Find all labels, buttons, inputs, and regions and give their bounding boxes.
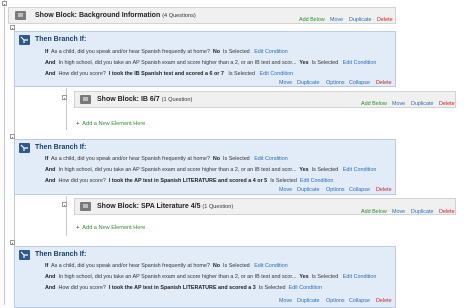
condition-row: If As a child, did you speak and/or hear… <box>45 263 288 269</box>
duplicate-button[interactable]: Duplicate <box>349 17 371 23</box>
edit-condition-link[interactable]: Edit Condition <box>343 167 377 173</box>
move-button[interactable]: Move <box>392 101 405 107</box>
add-below-button[interactable]: Add Below <box>361 101 387 107</box>
tree-line <box>4 0 5 305</box>
branch-icon <box>19 250 30 260</box>
plus-icon: + <box>76 121 80 127</box>
branch-icon <box>19 143 30 153</box>
block-spa-literature-4-5: Show Block: SPA Literature 4/5 (1 Questi… <box>74 198 456 215</box>
condition-row: And How did you score? I took the AP tes… <box>45 285 323 291</box>
collapse-toggle[interactable] <box>10 25 15 30</box>
add-below-button[interactable]: Add Below <box>361 209 387 215</box>
branch-condition-1: Then Branch If: If As a child, did you s… <box>14 31 396 87</box>
condition-row: And In high school, did you take an AP S… <box>45 274 377 280</box>
collapse-toggle[interactable] <box>10 240 15 245</box>
add-element-link[interactable]: + Add a New Element Here <box>76 121 145 127</box>
delete-button[interactable]: Delete <box>377 17 393 23</box>
options-button[interactable]: Options <box>326 187 345 193</box>
collapse-button[interactable]: Collapse <box>349 298 370 304</box>
edit-condition-link[interactable]: Edit Condition <box>300 178 334 184</box>
block-icon <box>15 11 26 20</box>
block-title: Show Block: SPA Literature 4/5 (1 Questi… <box>97 203 234 210</box>
edit-condition-link[interactable]: Edit Condition <box>288 285 322 291</box>
block-icon <box>80 202 91 211</box>
move-button[interactable]: Move <box>279 187 292 193</box>
collapse-toggle[interactable] <box>62 95 67 100</box>
move-button[interactable]: Move <box>392 209 405 215</box>
add-below-button[interactable]: Add Below <box>299 17 325 23</box>
condition-row: If As a child, did you speak and/or hear… <box>45 156 288 162</box>
branch-condition-3: Then Branch If: If As a child, did you s… <box>14 246 396 308</box>
edit-condition-link[interactable]: Edit Condition <box>260 71 294 77</box>
duplicate-button[interactable]: Duplicate <box>297 80 319 86</box>
options-button[interactable]: Options <box>326 80 345 86</box>
duplicate-button[interactable]: Duplicate <box>411 209 433 215</box>
move-button[interactable]: Move <box>279 298 292 304</box>
block-background-information: Show Block: Background Information (4 Qu… <box>8 7 396 24</box>
branch-condition-2: Then Branch If: If As a child, did you s… <box>14 139 396 195</box>
edit-condition-link[interactable]: Edit Condition <box>254 49 288 55</box>
branch-title: Then Branch If: <box>35 144 87 151</box>
branch-title: Then Branch If: <box>35 36 87 43</box>
collapse-toggle[interactable] <box>2 1 7 6</box>
block-icon <box>80 95 91 104</box>
edit-condition-link[interactable]: Edit Condition <box>254 263 288 269</box>
delete-button[interactable]: Delete <box>376 80 392 86</box>
condition-row: And How did you score? I took the IB Spa… <box>45 71 294 77</box>
delete-button[interactable]: Delete <box>439 101 455 107</box>
condition-row: And How did you score? I took the AP tes… <box>45 178 334 184</box>
collapse-button[interactable]: Collapse <box>349 80 370 86</box>
condition-row: And In high school, did you take an AP S… <box>45 60 377 66</box>
block-title: Show Block: Background Information (4 Qu… <box>35 12 196 19</box>
block-title: Show Block: IB 6/7 (1 Question) <box>97 96 193 103</box>
edit-condition-link[interactable]: Edit Condition <box>254 156 288 162</box>
duplicate-button[interactable]: Duplicate <box>297 298 319 304</box>
edit-condition-link[interactable]: Edit Condition <box>343 60 377 66</box>
add-element-link[interactable]: + Add a New Element Here <box>76 225 145 231</box>
block-ib-6-7: Show Block: IB 6/7 (1 Question) Add Belo… <box>74 91 456 108</box>
move-button[interactable]: Move <box>330 17 343 23</box>
options-button[interactable]: Options <box>326 298 345 304</box>
delete-button[interactable]: Delete <box>439 209 455 215</box>
duplicate-button[interactable]: Duplicate <box>297 187 319 193</box>
condition-row: If As a child, did you speak and/or hear… <box>45 49 288 55</box>
branch-title: Then Branch If: <box>35 251 87 258</box>
delete-button[interactable]: Delete <box>376 298 392 304</box>
collapse-toggle[interactable] <box>62 202 67 207</box>
edit-condition-link[interactable]: Edit Condition <box>343 274 377 280</box>
condition-row: And In high school, did you take an AP S… <box>45 167 377 173</box>
delete-button[interactable]: Delete <box>376 187 392 193</box>
duplicate-button[interactable]: Duplicate <box>411 101 433 107</box>
branch-icon <box>19 35 30 45</box>
move-button[interactable]: Move <box>279 80 292 86</box>
collapse-button[interactable]: Collapse <box>349 187 370 193</box>
plus-icon: + <box>76 225 80 231</box>
